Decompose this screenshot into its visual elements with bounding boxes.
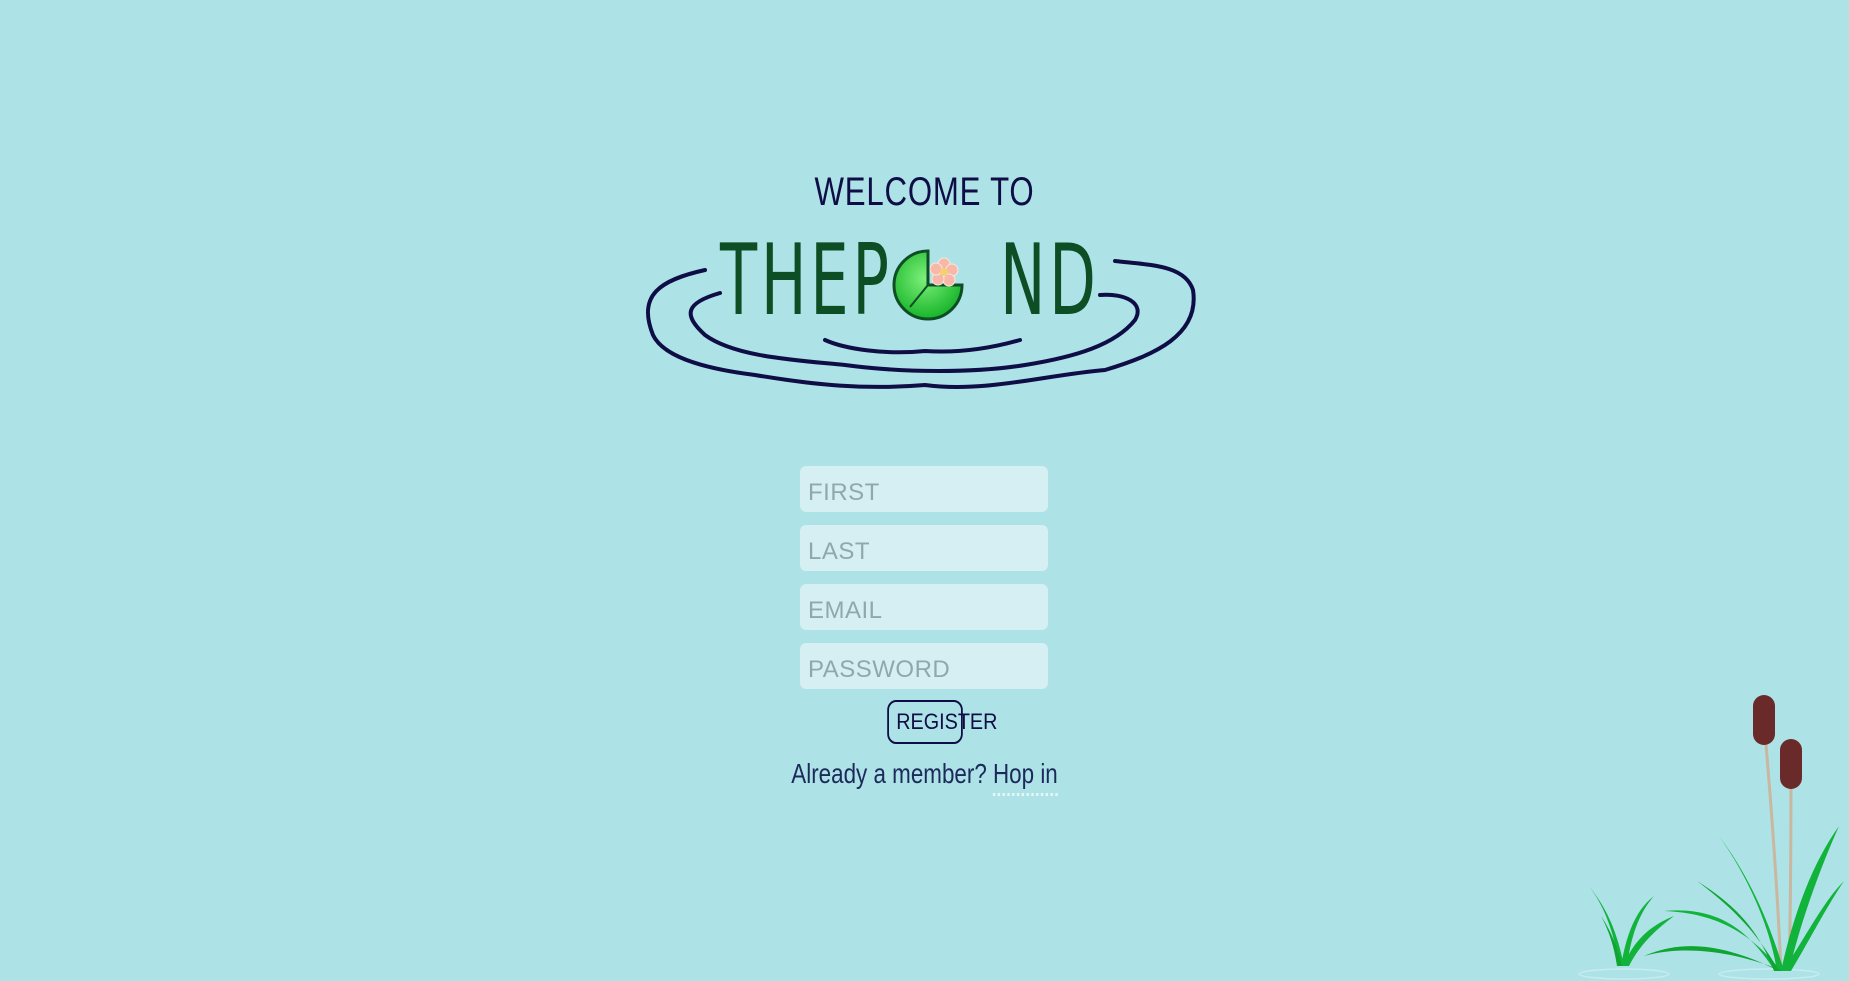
lotus-flower-icon xyxy=(929,257,959,287)
welcome-heading: WELCOME TO xyxy=(814,170,1035,214)
login-prompt-text: Already a member? xyxy=(791,758,987,789)
last-name-input[interactable] xyxy=(800,525,1048,571)
page: WELCOME TO THEP ND FIRST LAST EMAIL REGI… xyxy=(0,0,1849,981)
email-input[interactable] xyxy=(800,584,1048,630)
password-input[interactable] xyxy=(800,643,1048,689)
logo-text-nd: ND xyxy=(1000,224,1100,338)
lilypad-icon xyxy=(892,249,964,321)
cattail-reeds-icon xyxy=(1578,695,1844,980)
register-form xyxy=(800,466,1048,702)
hop-in-link[interactable]: Hop in xyxy=(992,758,1058,796)
register-button[interactable]: REGISTER xyxy=(886,700,997,744)
logo-text-thep: THEP xyxy=(720,224,893,338)
first-name-input[interactable] xyxy=(800,466,1048,512)
